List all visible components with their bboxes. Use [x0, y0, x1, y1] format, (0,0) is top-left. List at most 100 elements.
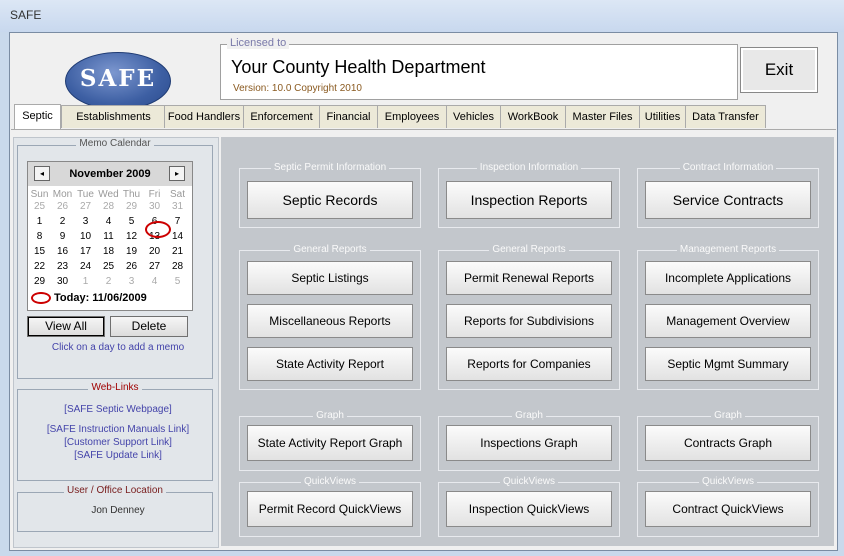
permit-renewal-reports-button[interactable]: Permit Renewal Reports [446, 261, 612, 295]
link-instruction-manuals[interactable]: [SAFE Instruction Manuals Link] [20, 424, 216, 435]
license-box: Licensed to Your County Health Departmen… [220, 37, 738, 100]
calendar-day[interactable]: 26 [120, 261, 143, 272]
calendar-day[interactable]: 4 [97, 216, 120, 227]
view-all-button[interactable]: View All [27, 316, 105, 337]
calendar-day[interactable]: 3 [74, 216, 97, 227]
calendar-day[interactable]: 8 [28, 231, 51, 242]
tab-financial[interactable]: Financial [319, 105, 378, 128]
reports-for-companies-button[interactable]: Reports for Companies [446, 347, 612, 381]
graph-caption-2: Graph [512, 410, 546, 421]
calendar-month: November 2009 [69, 168, 151, 180]
state-activity-report-button[interactable]: State Activity Report [247, 347, 413, 381]
calendar-day[interactable]: 31 [166, 201, 189, 212]
calendar-day[interactable]: 25 [28, 201, 51, 212]
calendar-day[interactable]: 2 [51, 216, 74, 227]
tab-master-files[interactable]: Master Files [565, 105, 640, 128]
calendar-day[interactable]: 5 [120, 216, 143, 227]
tab-bar: Septic Establishments Food Handlers Enfo… [11, 104, 836, 130]
contract-info-group: Contract Information Service Contracts [637, 162, 819, 228]
memo-calendar-caption: Memo Calendar [76, 138, 154, 149]
calendar-day[interactable]: 19 [120, 246, 143, 257]
general-reports-group-1: General Reports Septic Listings Miscella… [239, 244, 421, 390]
link-septic-webpage[interactable]: [SAFE Septic Webpage] [20, 404, 216, 415]
quickviews-caption-2: QuickViews [499, 476, 559, 487]
service-contracts-button[interactable]: Service Contracts [645, 181, 811, 219]
state-activity-report-graph-button[interactable]: State Activity Report Graph [247, 425, 413, 461]
calendar-day[interactable]: 29 [120, 201, 143, 212]
calendar-day[interactable]: 28 [97, 201, 120, 212]
inspections-graph-button[interactable]: Inspections Graph [446, 425, 612, 461]
exit-button[interactable]: Exit [740, 47, 818, 93]
today-marker [145, 221, 171, 238]
tab-enforcement[interactable]: Enforcement [243, 105, 320, 128]
today-link[interactable]: Today: 11/06/2009 [31, 292, 147, 305]
tab-food-handlers[interactable]: Food Handlers [164, 105, 244, 128]
tab-vehicles[interactable]: Vehicles [446, 105, 501, 128]
tab-data-transfer[interactable]: Data Transfer [685, 105, 766, 128]
calendar-day[interactable]: 21 [166, 246, 189, 257]
calendar-day[interactable]: 27 [143, 261, 166, 272]
tab-employees[interactable]: Employees [377, 105, 447, 128]
permit-record-quickviews-button[interactable]: Permit Record QuickViews [247, 491, 413, 527]
management-reports-group: Management Reports Incomplete Applicatio… [637, 244, 819, 390]
calendar-day[interactable]: 11 [97, 231, 120, 242]
miscellaneous-reports-button[interactable]: Miscellaneous Reports [247, 304, 413, 338]
calendar-day[interactable]: 12 [120, 231, 143, 242]
title-bar: SAFE [0, 0, 844, 32]
contracts-graph-button[interactable]: Contracts Graph [645, 425, 811, 461]
calendar-day[interactable]: 24 [74, 261, 97, 272]
inspection-quickviews-button[interactable]: Inspection QuickViews [446, 491, 612, 527]
calendar-day[interactable]: 30 [51, 276, 74, 287]
management-reports-caption: Management Reports [676, 244, 780, 255]
calendar-day[interactable]: 3 [120, 276, 143, 287]
calendar-day[interactable]: 20 [143, 246, 166, 257]
calendar-day[interactable]: 2 [97, 276, 120, 287]
tab-establishments[interactable]: Establishments [61, 105, 166, 128]
main-window: SAFE Licensed to Your County Health Depa… [9, 32, 838, 551]
calendar-day[interactable]: 4 [143, 276, 166, 287]
link-customer-support[interactable]: [Customer Support Link] [20, 437, 216, 448]
calendar-day[interactable]: 26 [51, 201, 74, 212]
calendar-day[interactable]: 10 [74, 231, 97, 242]
prev-month-button[interactable]: ◂ [34, 166, 50, 181]
inspection-reports-button[interactable]: Inspection Reports [446, 181, 612, 219]
septic-permit-group: Septic Permit Information Septic Records [239, 162, 421, 228]
inspection-info-group: Inspection Information Inspection Report… [438, 162, 620, 228]
calendar-day[interactable]: 17 [74, 246, 97, 257]
calendar-day[interactable]: 9 [51, 231, 74, 242]
calendar-day[interactable]: 29 [28, 276, 51, 287]
calendar-day[interactable]: 25 [97, 261, 120, 272]
tab-utilities[interactable]: Utilities [639, 105, 686, 128]
septic-mgmt-summary-button[interactable]: Septic Mgmt Summary [645, 347, 811, 381]
license-caption: Licensed to [227, 37, 290, 49]
calendar-day[interactable]: 28 [166, 261, 189, 272]
web-links-group: Web-Links [SAFE Septic Webpage] [SAFE In… [17, 382, 216, 481]
contract-quickviews-button[interactable]: Contract QuickViews [645, 491, 811, 527]
memo-hint: Click on a day to add a memo [51, 342, 185, 353]
calendar-day[interactable]: 1 [74, 276, 97, 287]
calendar-day[interactable]: 5 [166, 276, 189, 287]
tab-workbook[interactable]: WorkBook [500, 105, 566, 128]
delete-button[interactable]: Delete [110, 316, 188, 337]
general-reports-caption-1: General Reports [290, 244, 370, 255]
next-month-button[interactable]: ▸ [169, 166, 185, 181]
calendar-day[interactable]: 15 [28, 246, 51, 257]
incomplete-applications-button[interactable]: Incomplete Applications [645, 261, 811, 295]
septic-listings-button[interactable]: Septic Listings [247, 261, 413, 295]
calendar-day[interactable]: 1 [28, 216, 51, 227]
link-safe-update[interactable]: [SAFE Update Link] [20, 450, 216, 461]
left-panel: Memo Calendar ◂ November 2009 ▸ Sun Mon Tu… [13, 137, 219, 548]
management-overview-button[interactable]: Management Overview [645, 304, 811, 338]
memo-calendar: ◂ November 2009 ▸ Sun Mon Tue Wed Thu Fri Sat … [27, 161, 193, 311]
calendar-day[interactable]: 18 [97, 246, 120, 257]
tab-septic[interactable]: Septic [14, 104, 61, 129]
calendar-day[interactable]: 22 [28, 261, 51, 272]
calendar-day[interactable]: 27 [74, 201, 97, 212]
reports-for-subdivisions-button[interactable]: Reports for Subdivisions [446, 304, 612, 338]
calendar-day[interactable]: 16 [51, 246, 74, 257]
calendar-day[interactable]: 23 [51, 261, 74, 272]
user-location-group: User / Office Location Jon Denney [17, 485, 213, 532]
septic-records-button[interactable]: Septic Records [247, 181, 413, 219]
quickviews-group-3: QuickViews Contract QuickViews [637, 476, 819, 537]
calendar-day[interactable]: 30 [143, 201, 166, 212]
